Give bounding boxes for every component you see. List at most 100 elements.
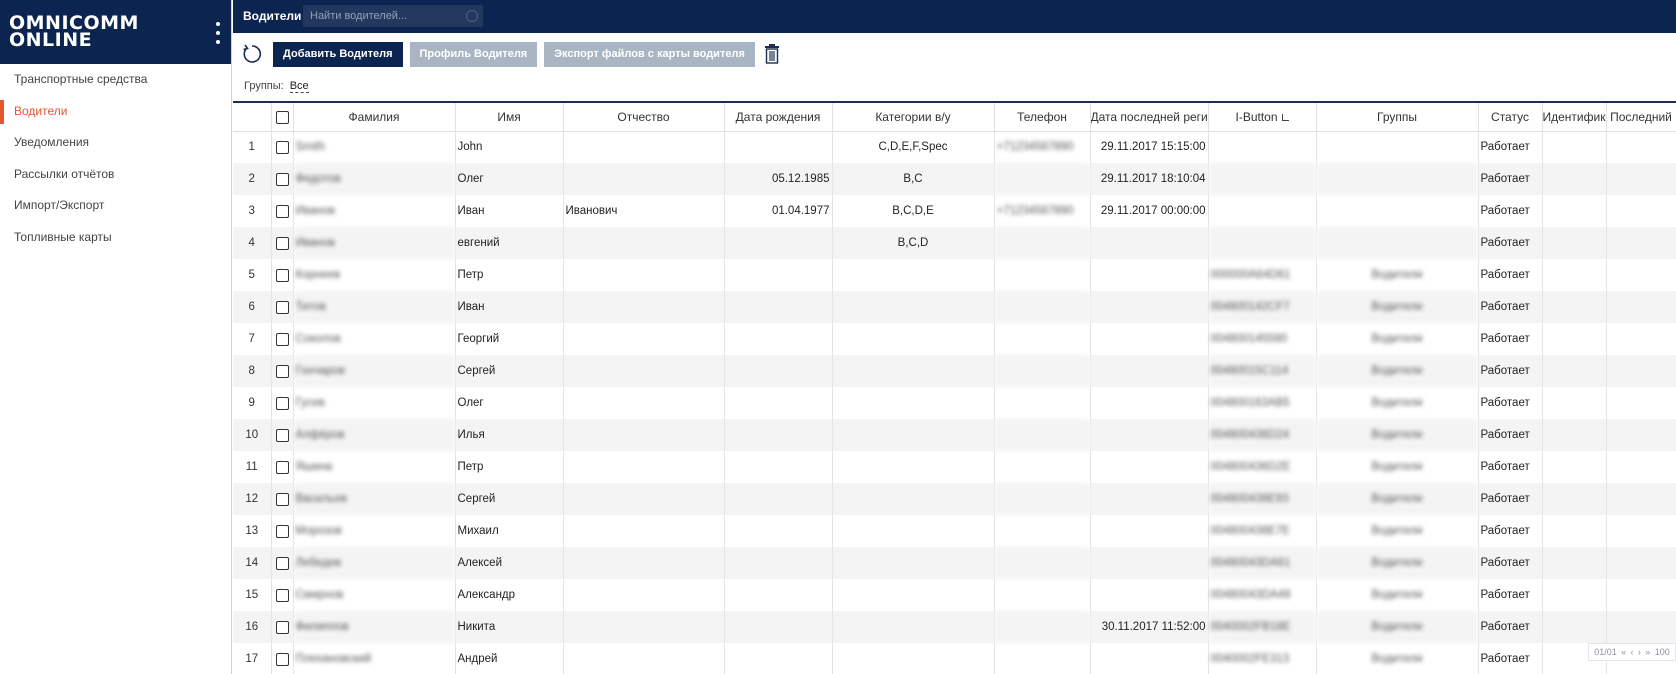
column-header-ibutton[interactable]: I-Button	[1208, 103, 1317, 132]
table-row[interactable]: 7 Соколов Георгий 004800145580 Водители Работ…	[233, 323, 1676, 355]
cell-identification	[1542, 131, 1607, 163]
table-row[interactable]: 4 Иванов евгений B,C,D Работает	[233, 227, 1676, 259]
row-checkbox[interactable]	[275, 652, 289, 666]
refresh-icon[interactable]	[241, 43, 263, 65]
table-row[interactable]: 12 Васильев Сергей 004800438E93 Водители Рабо…	[233, 483, 1676, 515]
column-header-patronymic[interactable]: Отчество	[563, 103, 725, 132]
cell-last-registration	[1090, 323, 1209, 355]
table-row[interactable]: 14 Лебедев Алексей 00480043DA61 Водители Рабо…	[233, 547, 1676, 579]
cell-patronymic	[563, 291, 725, 323]
sidebar-item[interactable]: Импорт/Экспорт	[0, 190, 231, 222]
table-row[interactable]: 13 Морозов Михаил 004800438E7E Водители Работ…	[233, 515, 1676, 547]
cell-surname: Гусев	[293, 387, 456, 419]
page-size[interactable]: 100	[1655, 647, 1670, 657]
sort-icon[interactable]	[1281, 114, 1289, 122]
row-checkbox[interactable]	[275, 204, 289, 218]
column-header-last[interactable]: Последний	[1606, 103, 1676, 132]
sidebar-item[interactable]: Транспортные средства	[0, 64, 231, 96]
cell-ibutton: 004800142CF7	[1208, 291, 1317, 323]
row-checkbox[interactable]	[275, 492, 289, 506]
next-page-icon[interactable]: ›	[1638, 647, 1641, 657]
row-select	[271, 227, 294, 259]
row-checkbox[interactable]	[275, 620, 289, 634]
table-row[interactable]: 3 Иванов Иван Иванович 01.04.1977 B,C,D,E +712…	[233, 195, 1676, 227]
table-row[interactable]: 16 Филиппов Никита 30.11.2017 11:52:00 00400…	[233, 611, 1676, 643]
table-row[interactable]: 17 Плехановский Андрей 0040002FE313 Водители…	[233, 643, 1676, 674]
add-driver-button[interactable]: Добавить Водителя	[273, 41, 403, 67]
cell-identification	[1542, 355, 1607, 387]
driver-profile-button[interactable]: Профиль Водителя	[409, 41, 538, 67]
cell-last-registration: 29.11.2017 18:10:04	[1090, 163, 1209, 195]
sidebar-item[interactable]: Рассылки отчётов	[0, 159, 231, 191]
table-row[interactable]: 2 Федотов Олег 05.12.1985 B,C 29.11.2017 18:1…	[233, 163, 1676, 195]
search-icon[interactable]	[466, 10, 478, 22]
sidebar-item[interactable]: Водители	[0, 96, 231, 128]
column-header-identification[interactable]: Идентифика	[1542, 103, 1607, 132]
column-header-name[interactable]: Имя	[455, 103, 564, 132]
row-checkbox[interactable]	[275, 140, 289, 154]
cell-phone	[994, 323, 1091, 355]
cell-phone	[994, 227, 1091, 259]
cell-identification	[1542, 547, 1607, 579]
row-checkbox[interactable]	[275, 364, 289, 378]
groups-filter-value[interactable]: Все	[289, 80, 309, 93]
cell-name: Сергей	[455, 483, 564, 515]
column-header-status[interactable]: Статус	[1478, 103, 1543, 132]
cell-status: Работает	[1478, 419, 1543, 451]
table-row[interactable]: 9 Гусев Олег 004800163AB5 Водители Работает	[233, 387, 1676, 419]
cell-identification	[1542, 419, 1607, 451]
select-all-checkbox[interactable]	[275, 110, 289, 124]
row-checkbox[interactable]	[275, 396, 289, 410]
row-checkbox[interactable]	[275, 428, 289, 442]
cell-license-categories	[832, 579, 995, 611]
column-header-surname[interactable]: Фамилия	[293, 103, 456, 132]
row-checkbox[interactable]	[275, 268, 289, 282]
table-row[interactable]: 1 Smith John C,D,E,F,Spec +71234567890 29.11.…	[233, 131, 1676, 163]
row-select	[271, 131, 294, 163]
cell-ibutton: 004800438E93	[1208, 483, 1317, 515]
prev-page-icon[interactable]: ‹	[1631, 647, 1634, 657]
export-card-files-button[interactable]: Экспорт файлов с карты водителя	[544, 41, 755, 67]
cell-status: Работает	[1478, 547, 1543, 579]
cell-last-registration	[1090, 579, 1209, 611]
table-row[interactable]: 6 Титов Иван 004800142CF7 Водители Работает	[233, 291, 1676, 323]
row-number: 14	[233, 547, 272, 579]
row-checkbox[interactable]	[275, 172, 289, 186]
last-page-icon[interactable]: »	[1645, 647, 1650, 657]
row-number: 16	[233, 611, 272, 643]
sidebar-item[interactable]: Топливные карты	[0, 222, 231, 254]
row-number: 13	[233, 515, 272, 547]
row-select	[271, 323, 294, 355]
column-header-birthdate[interactable]: Дата рождения	[724, 103, 833, 132]
cell-last-registration	[1090, 451, 1209, 483]
first-page-icon[interactable]: «	[1621, 647, 1626, 657]
cell-surname: Алфёров	[293, 419, 456, 451]
table-row[interactable]: 11 Яшина Петр 004800436D2E Водители Работает	[233, 451, 1676, 483]
trash-icon[interactable]	[762, 43, 782, 65]
row-number: 15	[233, 579, 272, 611]
row-checkbox[interactable]	[275, 556, 289, 570]
more-menu-icon[interactable]	[215, 22, 221, 44]
cell-last	[1606, 131, 1676, 163]
column-header-groups[interactable]: Группы	[1316, 103, 1479, 132]
sidebar-item[interactable]: Уведомления	[0, 127, 231, 159]
row-checkbox[interactable]	[275, 300, 289, 314]
cell-identification	[1542, 611, 1607, 643]
cell-birthdate	[724, 323, 833, 355]
cell-identification	[1542, 259, 1607, 291]
row-checkbox[interactable]	[275, 236, 289, 250]
row-checkbox[interactable]	[275, 524, 289, 538]
pager: 01/01 « ‹ › » 100	[1588, 643, 1676, 661]
table-row[interactable]: 15 Смирнов Александр 00480043DA49 Водители Ра…	[233, 579, 1676, 611]
table-row[interactable]: 8 Гончаров Сергей 00480015C114 Водители Работ…	[233, 355, 1676, 387]
table-row[interactable]: 10 Алфёров Илья 004800436D24 Водители Работае…	[233, 419, 1676, 451]
search-input[interactable]	[303, 5, 483, 27]
column-header-phone[interactable]: Телефон	[994, 103, 1091, 132]
row-checkbox[interactable]	[275, 332, 289, 346]
table-row[interactable]: 5 Корнеев Петр 000000A64D61 Водители Работает	[233, 259, 1676, 291]
cell-status: Работает	[1478, 195, 1543, 227]
column-header-license-categories[interactable]: Категории в/у	[832, 103, 995, 132]
row-checkbox[interactable]	[275, 588, 289, 602]
row-checkbox[interactable]	[275, 460, 289, 474]
column-header-last-registration[interactable]: Дата последней регистр	[1090, 103, 1209, 132]
